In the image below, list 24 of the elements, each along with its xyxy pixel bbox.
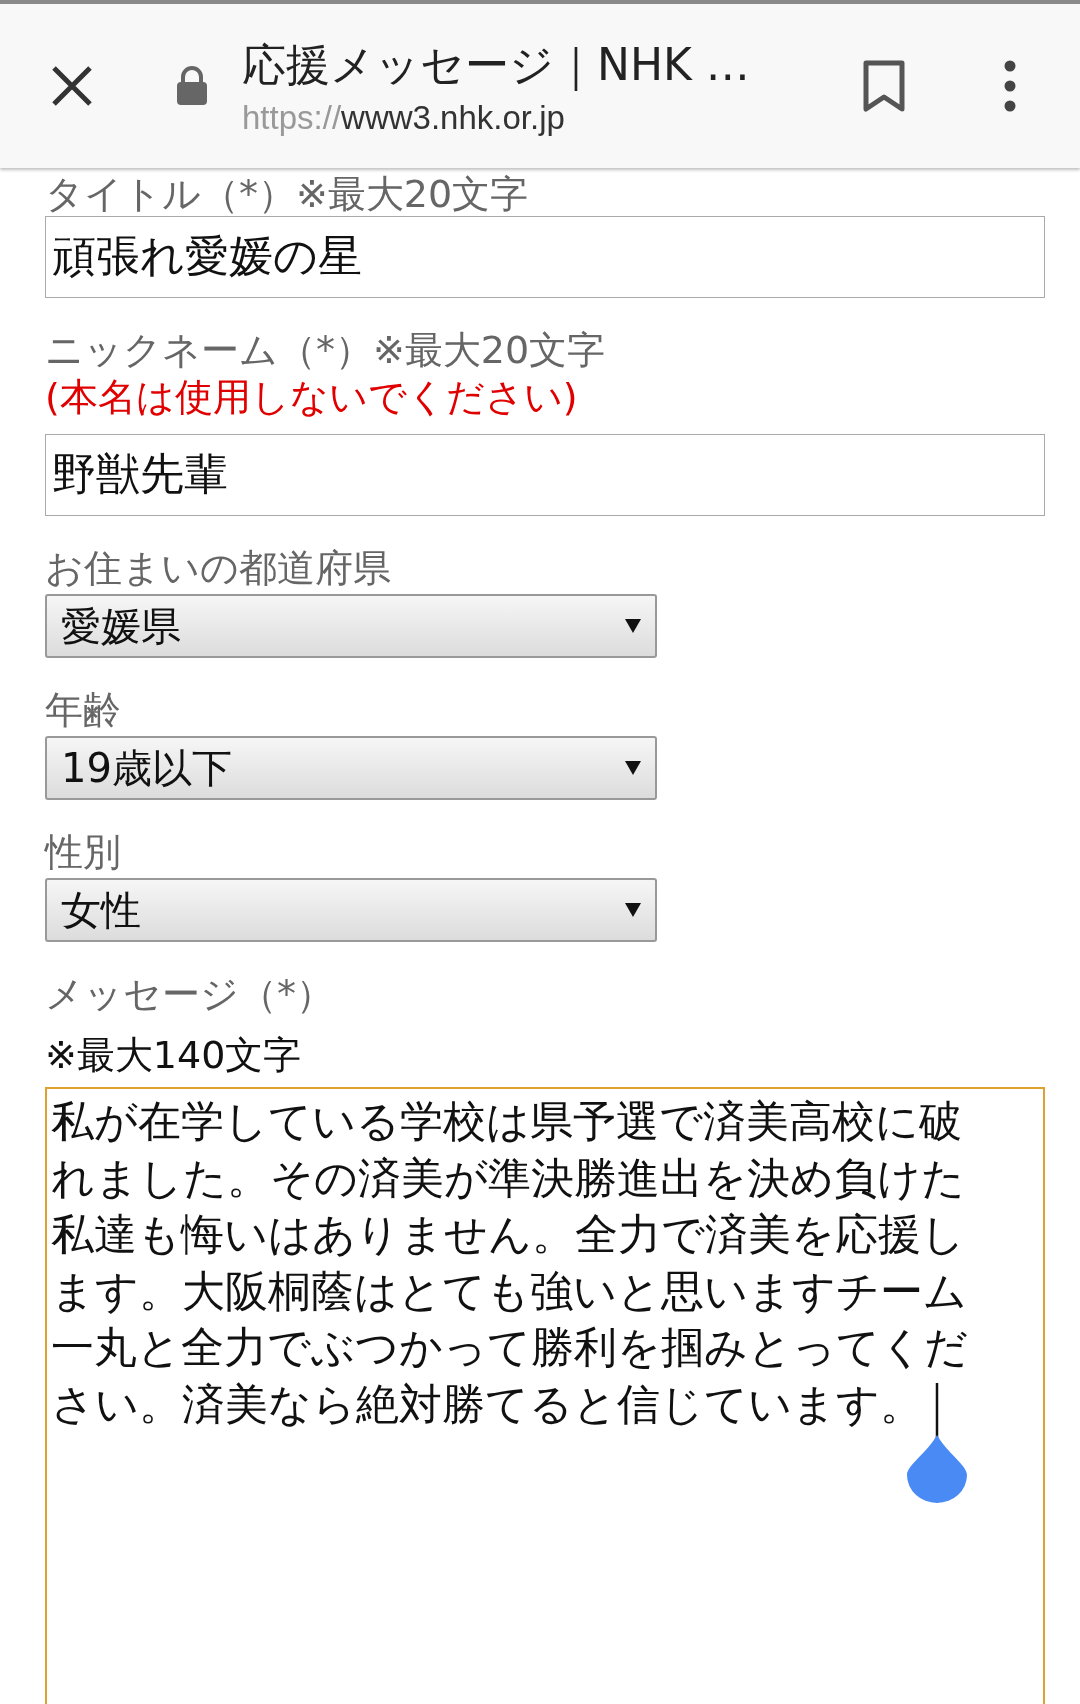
dropdown-arrow-icon (625, 761, 641, 775)
field-label: お住まいの都道府県 (45, 546, 392, 590)
field-label: 性別 (45, 830, 122, 874)
text-cursor[interactable] (907, 1383, 967, 1503)
lock-icon (176, 66, 208, 106)
message-field[interactable]: 私が在学している学校は県予選で済美高校に破れました。その済美が準決勝進出を決め負けた私達も悔いはありません。全力で済美を応援します。大阪桐蔭はとても強いと思いますチーム一丸と全力でぶつかって勝利を掴みとってください。済美なら絶対勝てると信じています。 (45, 1087, 1045, 1704)
dropdown[interactable]: 愛媛県 (45, 594, 657, 658)
title-field[interactable]: 頑張れ愛媛の星 (45, 216, 1045, 298)
dropdown[interactable]: 19歳以下 (45, 736, 657, 800)
dropdown-arrow-icon (625, 619, 641, 633)
menu-icon[interactable] (1004, 60, 1016, 112)
close-icon[interactable] (50, 64, 94, 108)
field-label: ニックネーム（*）※最大20文字 (45, 328, 607, 372)
dropdown[interactable]: 女性 (45, 878, 657, 942)
bookmark-icon[interactable] (862, 59, 906, 113)
url-text[interactable]: https://www3.nhk.or.jp (242, 98, 862, 137)
field-label: メッセージ（*） (45, 972, 335, 1016)
warning-text: (本名は使用しないでください) (45, 374, 579, 421)
field-label: 年齢 (45, 688, 122, 732)
nickname-field[interactable]: 野獣先輩 (45, 434, 1045, 516)
page-title: 応援メッセージ｜NHK … (242, 37, 751, 93)
field-label: タイトル（*）※最大20文字 (45, 172, 530, 216)
dropdown-arrow-icon (625, 903, 641, 917)
limit-text: ※最大140文字 (45, 1032, 303, 1079)
